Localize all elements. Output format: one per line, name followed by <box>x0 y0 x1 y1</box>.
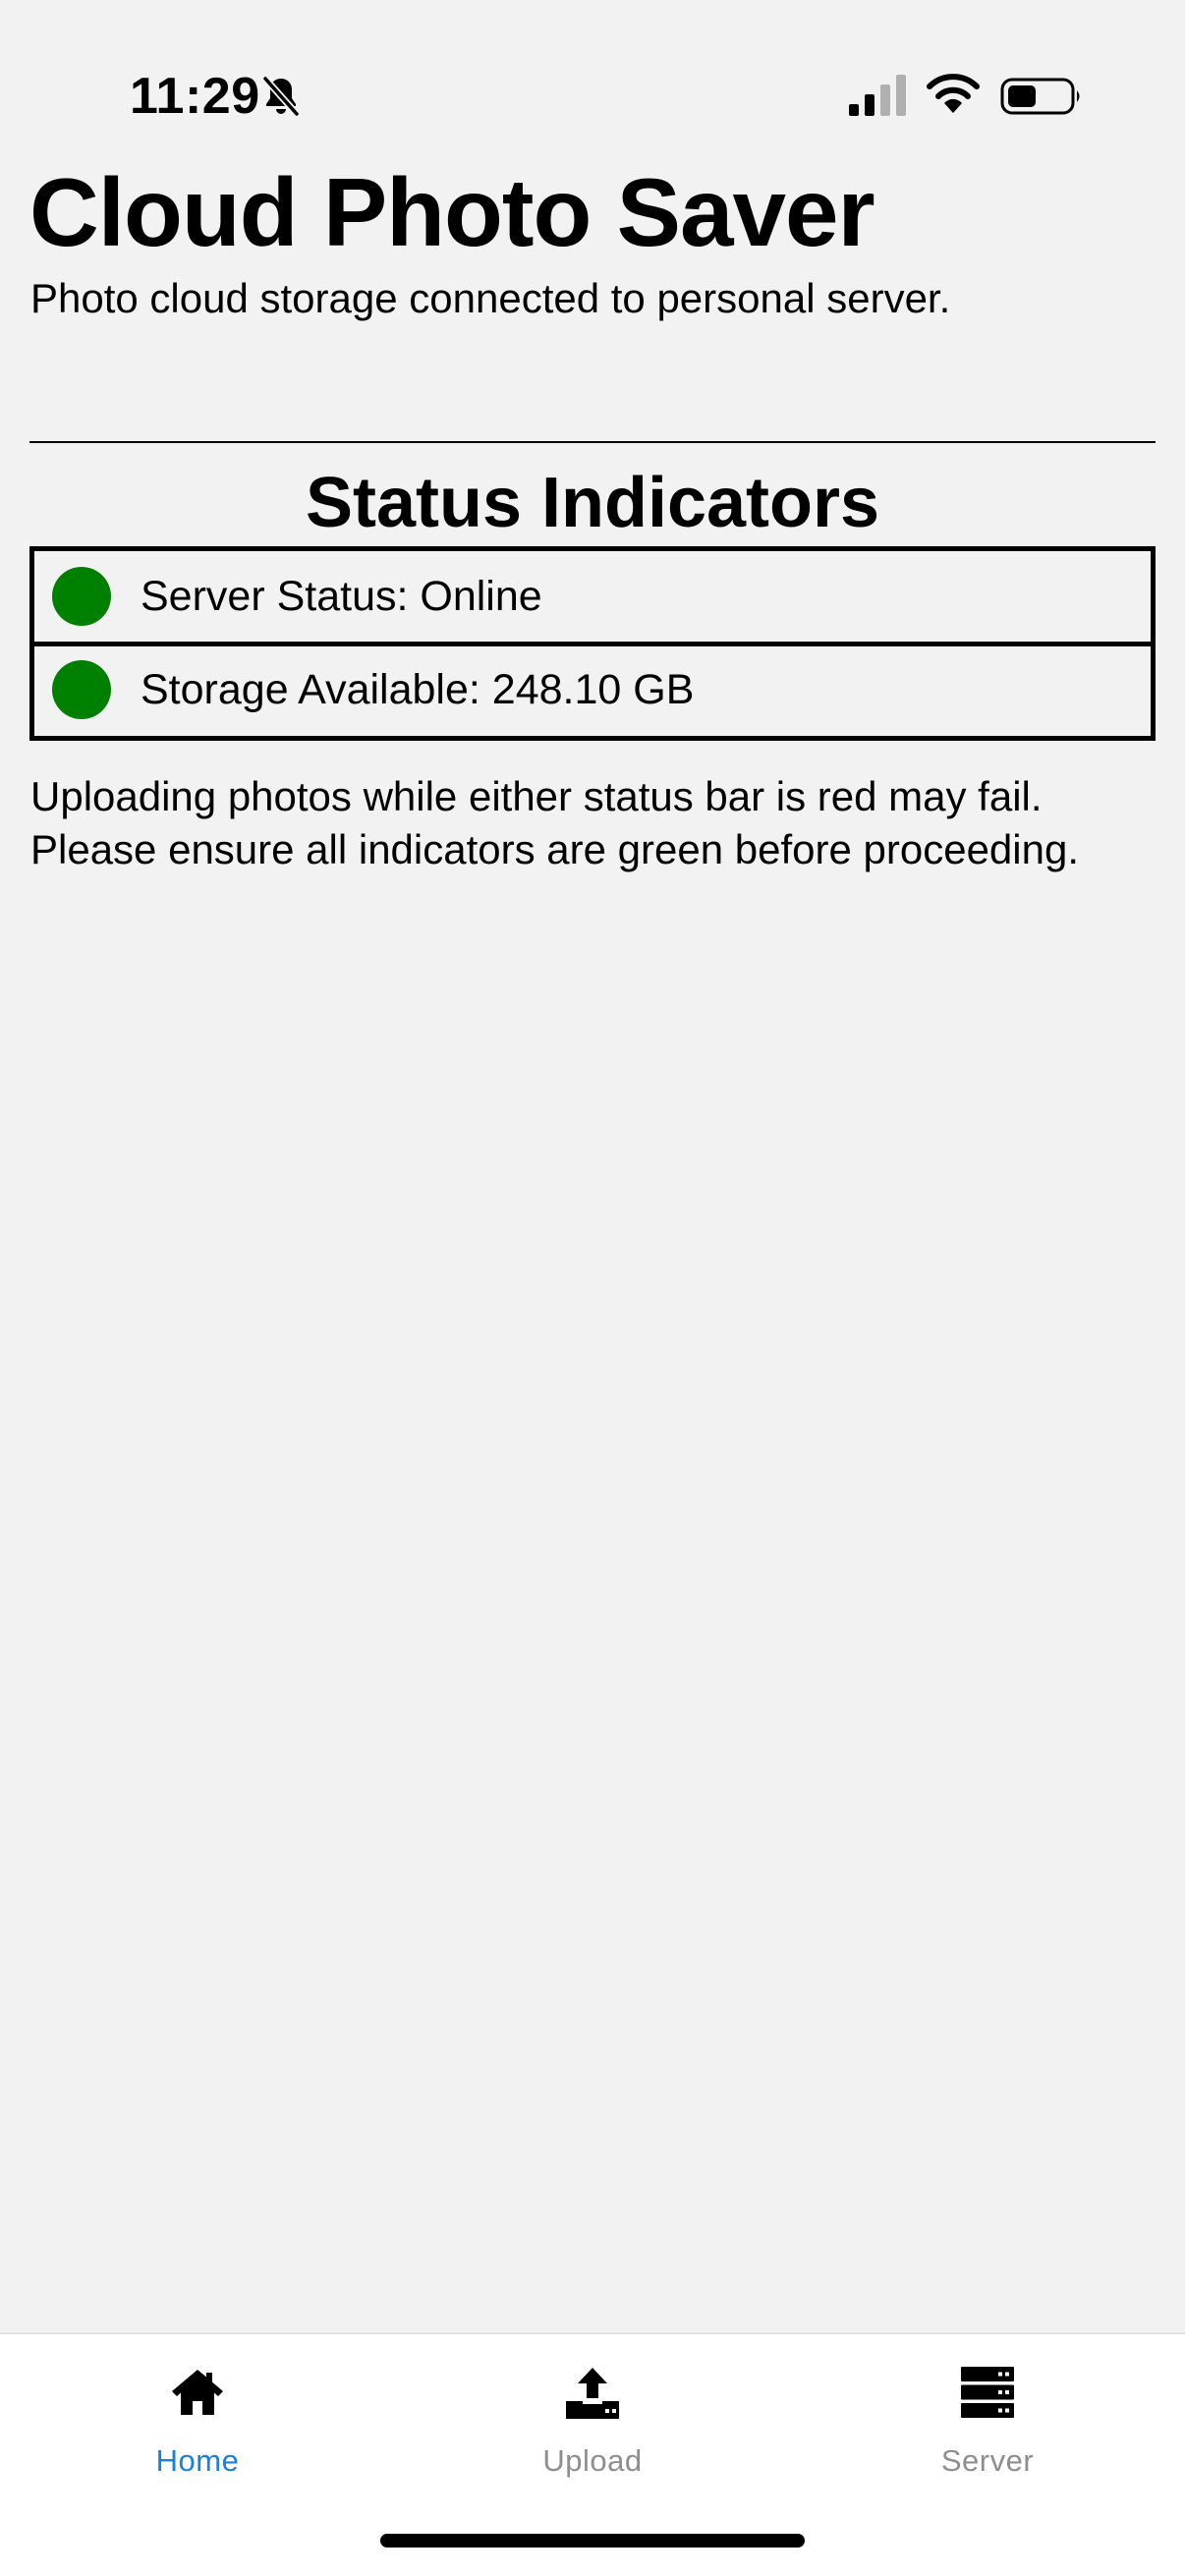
wifi-icon <box>927 74 980 113</box>
status-indicators-box: Server Status: Online Storage Available:… <box>29 546 1156 741</box>
server-status-label: Server Status: Online <box>141 573 542 620</box>
storage-available-label: Storage Available: 248.10 GB <box>141 665 695 713</box>
battery-icon <box>1000 78 1080 115</box>
cellular-signal-icon <box>849 75 906 116</box>
app-subtitle: Photo cloud storage connected to persona… <box>30 275 951 321</box>
tab-upload-label: Upload <box>542 2443 643 2478</box>
status-dot-server <box>52 567 111 626</box>
status-bar: 11:29 <box>0 0 1185 177</box>
section-title: Status Indicators <box>305 464 880 542</box>
tab-home[interactable]: Home <box>0 2334 395 2482</box>
status-dot-storage <box>52 659 111 719</box>
upload-icon <box>566 2368 619 2419</box>
app-title: Cloud Photo Saver <box>29 158 875 266</box>
status-row-server: Server Status: Online <box>34 551 1151 642</box>
status-time: 11:29 <box>130 68 260 125</box>
server-icon <box>961 2367 1014 2418</box>
home-indicator <box>380 2534 805 2548</box>
divider <box>29 441 1156 443</box>
tab-server-label: Server <box>940 2443 1035 2478</box>
upload-warning-text: Uploading photos while either status bar… <box>30 773 1080 872</box>
home-icon <box>172 2370 223 2415</box>
tab-home-label: Home <box>155 2443 240 2478</box>
status-row-storage: Storage Available: 248.10 GB <box>34 642 1151 732</box>
tab-upload[interactable]: Upload <box>395 2334 790 2482</box>
bell-slash-icon <box>262 76 300 117</box>
tab-server[interactable]: Server <box>790 2334 1185 2482</box>
